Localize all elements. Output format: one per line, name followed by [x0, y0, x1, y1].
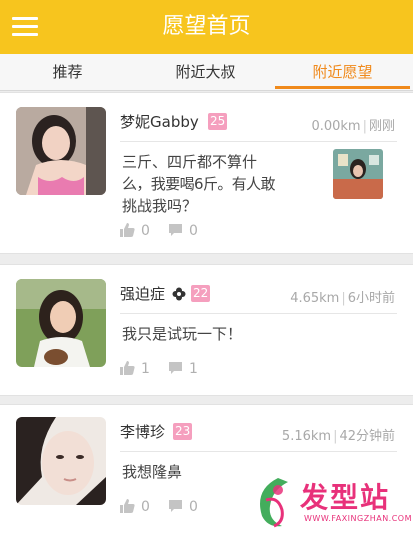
- app-header: 愿望首页: [0, 0, 413, 54]
- comment-count[interactable]: 0: [168, 223, 198, 241]
- thumbs-up-icon: [120, 361, 135, 379]
- avatar[interactable]: [16, 417, 106, 505]
- comment-count-value: 0: [189, 499, 198, 515]
- thumbs-up-icon: [120, 499, 135, 517]
- wish-text: 三斤、四斤都不算什 么，我要喝6斤。有人敢 挑战我吗？: [122, 151, 332, 217]
- like-count-value: 1: [141, 361, 150, 377]
- time-label: 6小时前: [347, 291, 395, 306]
- author-name[interactable]: 李博珍: [120, 421, 165, 442]
- divider: [120, 313, 397, 314]
- wish-text-line: 么，我要喝6斤。有人敢: [122, 175, 276, 193]
- time-label: 刚刚: [368, 119, 395, 134]
- watermark-url-text: WWW.FAXINGZHAN.COM: [304, 514, 412, 523]
- wish-text-line: 挑战我吗？: [122, 197, 198, 215]
- time-label: 42分钟前: [339, 429, 395, 444]
- post-meta: 5.16km | 42分钟前: [281, 429, 395, 444]
- post-meta: 0.00km | 刚刚: [311, 119, 395, 134]
- comment-count[interactable]: 0: [168, 499, 198, 517]
- divider: [120, 141, 397, 142]
- wish-card[interactable]: 强迫症 22 4.65km | 6小时前 我只是试玩一下！ 1 1: [0, 264, 413, 396]
- comment-bubble-icon: [168, 361, 183, 379]
- comment-bubble-icon: [168, 223, 183, 241]
- age-badge: 22: [191, 285, 211, 302]
- comment-count[interactable]: 1: [168, 361, 198, 379]
- wish-text-line: 三斤、四斤都不算什: [122, 153, 258, 171]
- distance-label: 0.00km: [311, 119, 361, 134]
- thumbs-up-icon: [120, 223, 135, 241]
- distance-label: 4.65km: [290, 291, 340, 306]
- like-count[interactable]: 1: [120, 361, 150, 379]
- post-thumbnail-image[interactable]: [333, 149, 383, 199]
- wish-text: 我只是试玩一下！: [122, 323, 382, 345]
- distance-label: 5.16km: [281, 429, 332, 444]
- like-count-value: 0: [141, 499, 150, 515]
- wish-card[interactable]: 梦妮Gabby 25 0.00km | 刚刚 三斤、四斤都不算什 么，我要喝6斤。有…: [0, 92, 413, 254]
- tab-nearby-wishes[interactable]: 附近愿望: [275, 54, 410, 90]
- post-meta: 4.65km | 6小时前: [290, 291, 395, 306]
- site-watermark-logo: 发型站 WWW.FAXINGZHAN.COM: [248, 470, 412, 534]
- comment-count-value: 1: [189, 361, 198, 377]
- wish-text-line: 我只是试玩一下！: [122, 325, 243, 343]
- author-name[interactable]: 梦妮Gabby: [120, 111, 199, 132]
- avatar[interactable]: [16, 279, 106, 367]
- page-title: 愿望首页: [162, 14, 251, 39]
- flower-icon: [172, 286, 186, 305]
- like-count-value: 0: [141, 223, 150, 239]
- like-count[interactable]: 0: [120, 223, 150, 241]
- comment-count-value: 0: [189, 223, 198, 239]
- avatar[interactable]: [16, 107, 106, 195]
- active-tab-indicator: [275, 86, 410, 89]
- like-count[interactable]: 0: [120, 499, 150, 517]
- divider: [120, 451, 397, 452]
- comment-bubble-icon: [168, 499, 183, 517]
- tab-nearby-uncles[interactable]: 附近大叔: [138, 54, 273, 90]
- age-badge: 23: [173, 423, 193, 440]
- watermark-brand-text: 发型站: [300, 481, 391, 514]
- tab-recommend[interactable]: 推荐: [0, 54, 135, 90]
- age-badge: 25: [208, 113, 228, 130]
- author-name[interactable]: 强迫症: [120, 283, 165, 304]
